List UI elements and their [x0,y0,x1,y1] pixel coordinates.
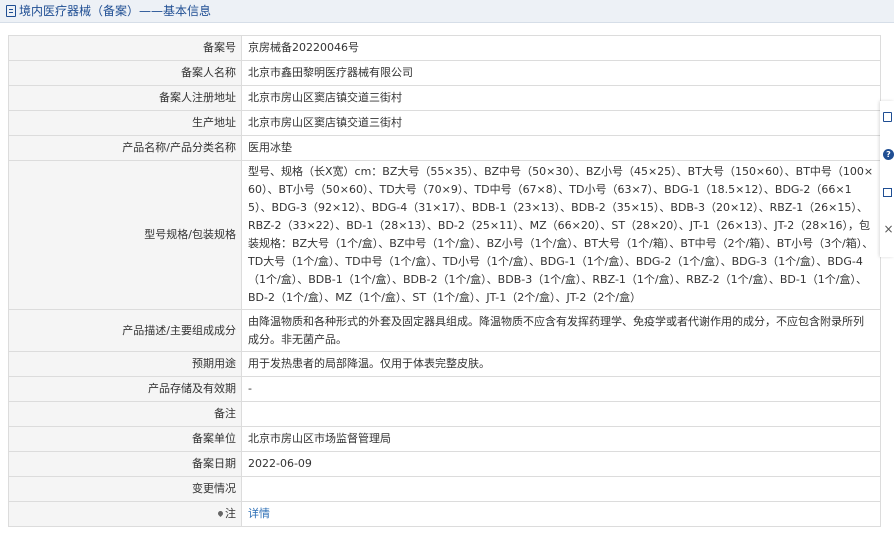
table-row: 备案号 京房械备20220046号 [8,35,881,61]
side-toolbar: ? × [880,101,894,257]
row-value: 北京市房山区市场监督管理局 [241,426,881,452]
note-value-cell: 详情 [241,501,881,527]
table-row: 产品名称/产品分类名称 医用冰垫 [8,135,881,161]
note-label: 注 [225,507,236,520]
row-value: 医用冰垫 [241,135,881,161]
row-label: 备案人名称 [8,60,242,86]
row-label: 备注 [8,401,242,427]
note-label-cell: 注 [8,501,242,527]
row-label: 备案单位 [8,426,242,452]
table-row: 备案人注册地址 北京市房山区窦店镇交道三街村 [8,85,881,111]
edit-icon [883,112,892,122]
row-label: 产品名称/产品分类名称 [8,135,242,161]
row-label: 型号规格/包装规格 [8,160,242,310]
row-value: 北京市房山区窦店镇交道三街村 [241,85,881,111]
print-button[interactable] [883,186,894,199]
table-row: 备注 [8,401,881,427]
row-value: 型号、规格（长X宽）cm：BZ大号（55×35）、BZ中号（50×30）、BZ小… [241,160,881,310]
details-link[interactable]: 详情 [248,507,270,520]
row-value: 北京市房山区窦店镇交道三街村 [241,110,881,136]
table-row: 产品存储及有效期 - [8,376,881,402]
row-value: 用于发热患者的局部降温。仅用于体表完整皮肤。 [241,351,881,377]
document-icon [6,5,16,17]
close-icon: × [883,222,894,236]
row-value: - [241,376,881,402]
pin-icon [216,509,225,518]
row-label: 备案人注册地址 [8,85,242,111]
row-label: 变更情况 [8,476,242,502]
row-label: 生产地址 [8,110,242,136]
row-label: 产品描述/主要组成成分 [8,309,242,352]
row-label: 备案号 [8,35,242,61]
row-label: 备案日期 [8,451,242,477]
table-row: 变更情况 [8,476,881,502]
table-row: 注 详情 [8,501,881,527]
header-title-wrap: 境内医疗器械（备案）——基本信息 [6,3,211,19]
table-row: 备案人名称 北京市鑫田黎明医疗器械有限公司 [8,60,881,86]
table-row: 预期用途 用于发热患者的局部降温。仅用于体表完整皮肤。 [8,351,881,377]
row-value [241,401,881,427]
table-row: 备案日期 2022-06-09 [8,451,881,477]
row-value: 由降温物质和各种形式的外套及固定器具组成。降温物质不应含有发挥药理学、免疫学或者… [241,309,881,352]
row-value: 2022-06-09 [241,451,881,477]
row-value: 京房械备20220046号 [241,35,881,61]
table-row: 产品描述/主要组成成分 由降温物质和各种形式的外套及固定器具组成。降温物质不应含… [8,309,881,352]
help-icon: ? [883,149,894,160]
help-button[interactable]: ? [883,149,894,162]
row-value: 北京市鑫田黎明医疗器械有限公司 [241,60,881,86]
row-label: 预期用途 [8,351,242,377]
edit-button[interactable] [883,112,894,125]
table-row: 备案单位 北京市房山区市场监督管理局 [8,426,881,452]
print-icon [883,188,892,197]
page-header: 境内医疗器械（备案）——基本信息 [0,0,894,23]
info-table: 备案号 京房械备20220046号 备案人名称 北京市鑫田黎明医疗器械有限公司 … [8,35,881,527]
row-label: 产品存储及有效期 [8,376,242,402]
row-value [241,476,881,502]
close-button[interactable]: × [883,223,894,236]
table-row: 生产地址 北京市房山区窦店镇交道三街村 [8,110,881,136]
page-title: 境内医疗器械（备案）——基本信息 [19,4,212,18]
table-row: 型号规格/包装规格 型号、规格（长X宽）cm：BZ大号（55×35）、BZ中号（… [8,160,881,310]
